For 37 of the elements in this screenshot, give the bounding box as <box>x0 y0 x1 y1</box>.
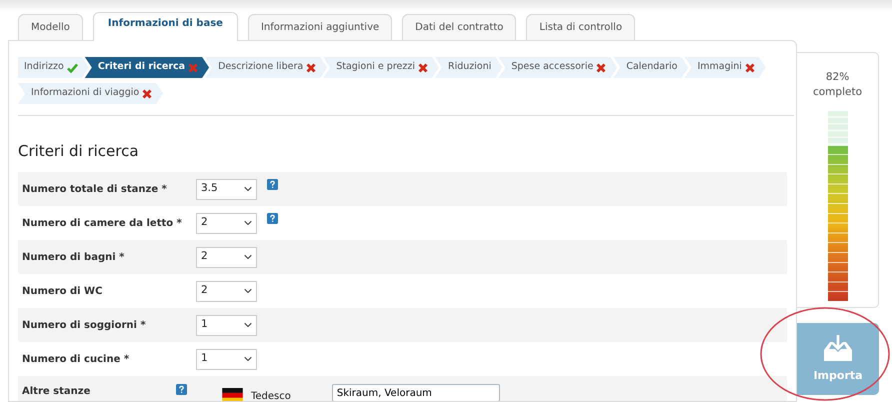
field-label: Numero di cucine * <box>22 352 130 366</box>
step-link[interactable]: Immagini <box>684 57 766 78</box>
field-label: Numero di bagni * <box>22 250 126 264</box>
dropdown[interactable]: 1 <box>196 348 257 370</box>
step-link[interactable]: Spese accessorie <box>498 57 618 78</box>
step-link[interactable]: Criteri di ricerca <box>84 57 210 78</box>
dropdown[interactable]: 2 <box>196 246 257 268</box>
dropdown[interactable]: 1 <box>196 314 257 336</box>
dropdown[interactable]: 2 <box>196 212 257 234</box>
tab[interactable]: Modello <box>18 14 83 40</box>
dropdown[interactable]: 3.5 <box>196 178 257 200</box>
help-icon[interactable] <box>267 178 278 190</box>
step-link[interactable]: Indirizzo <box>18 57 89 78</box>
progress-percent: 82% <box>826 70 850 85</box>
field-label: Numero di WC <box>22 284 104 298</box>
tab[interactable]: Informazioni aggiuntive <box>248 14 392 40</box>
dropdown[interactable]: 2 <box>196 280 257 302</box>
tray-download-icon <box>823 334 853 362</box>
field-label: Numero di soggiorni * <box>22 318 147 332</box>
text-field[interactable]: Skiraum, Veloraum <box>332 384 500 401</box>
step-link[interactable]: Calendario <box>613 57 688 78</box>
step-link[interactable]: Descrizione libera <box>205 57 328 78</box>
step-link[interactable]: Riduzioni <box>434 57 502 78</box>
field-label: Numero di camere da letto * <box>22 216 183 230</box>
progress-label: completo <box>812 84 862 100</box>
field-label: Numero totale di stanze * <box>22 182 168 196</box>
section-heading: Criteri di ricerca <box>18 142 140 160</box>
help-icon[interactable] <box>267 212 278 224</box>
step-link[interactable]: Informazioni di viaggio <box>18 83 164 104</box>
tab[interactable]: Dati del contratto <box>402 14 516 40</box>
tab[interactable]: Lista di controllo <box>526 14 636 40</box>
flag-icon <box>220 388 245 401</box>
help-icon[interactable] <box>176 384 187 395</box>
step-link[interactable]: Stagioni e prezzi <box>323 57 439 78</box>
language-label: Tedesco <box>251 390 291 401</box>
field-label: Altre stanze <box>22 385 92 399</box>
tab[interactable]: Informazioni di base <box>92 12 238 41</box>
